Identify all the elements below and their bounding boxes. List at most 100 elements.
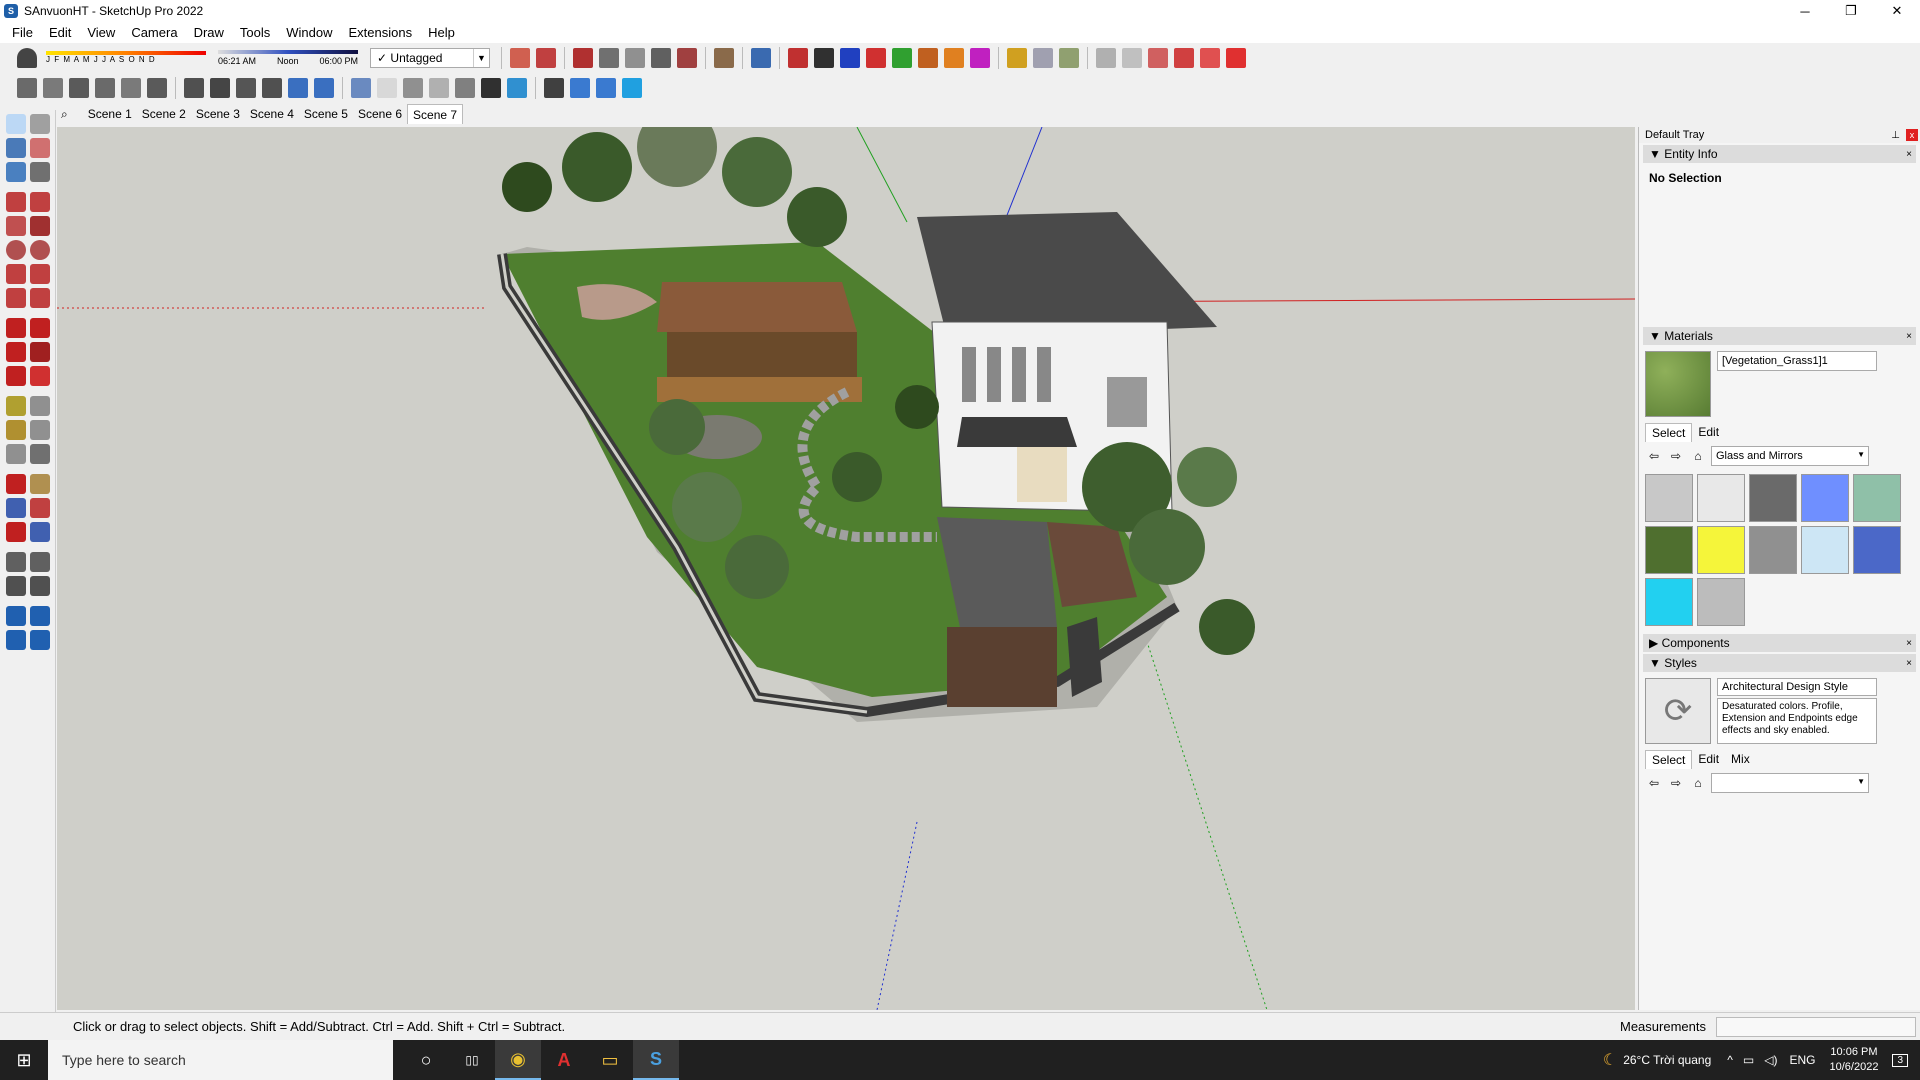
tab-scene-1[interactable]: Scene 1 [83, 104, 137, 124]
zoom-window-icon[interactable] [30, 498, 50, 518]
material-name-field[interactable]: [Vegetation_Grass1]1 [1717, 351, 1877, 371]
look-around-icon[interactable] [944, 48, 964, 68]
show-hidden-icon[interactable]: ^ [1727, 1053, 1733, 1067]
freehand-icon[interactable] [30, 192, 50, 212]
rotate-view-icon[interactable] [866, 48, 886, 68]
move-icon[interactable] [6, 318, 26, 338]
front-view-icon[interactable] [69, 78, 89, 98]
look-around-tool-icon[interactable] [30, 552, 50, 572]
push-pull-icon[interactable] [840, 48, 860, 68]
section-display-icon[interactable] [1148, 48, 1168, 68]
follow-me-icon[interactable] [30, 342, 50, 362]
house-roof[interactable] [917, 212, 1217, 337]
volume-icon[interactable]: ◁) [1764, 1053, 1777, 1067]
windows-start-icon[interactable]: ⊞ [0, 1040, 48, 1080]
tag-select[interactable]: ✓ Untagged ▼ [370, 48, 490, 68]
tape-measure-icon[interactable] [6, 396, 26, 416]
shadow-time-slider[interactable]: 06:21 AM Noon 06:00 PM [218, 50, 358, 66]
weather-text[interactable]: 26°C Trời quang [1623, 1053, 1711, 1067]
language-indicator[interactable]: ENG [1789, 1053, 1815, 1067]
layout-icon[interactable] [1096, 48, 1116, 68]
tab-scene-5[interactable]: Scene 5 [299, 104, 353, 124]
style-a-icon[interactable] [403, 78, 423, 98]
wireframe-icon[interactable] [236, 78, 256, 98]
warehouse-icon[interactable] [1033, 48, 1053, 68]
material-swatch[interactable] [1697, 474, 1745, 522]
menu-edit[interactable]: Edit [41, 25, 79, 40]
sandbox-contours-icon[interactable] [6, 606, 26, 626]
sandbox-icon[interactable] [714, 48, 734, 68]
select-arrow-icon[interactable] [6, 114, 26, 134]
3d-text-icon[interactable] [30, 444, 50, 464]
material-swatch[interactable] [1853, 474, 1901, 522]
solid-union-icon[interactable] [573, 48, 593, 68]
style-c-icon[interactable] [455, 78, 475, 98]
monochrome-icon[interactable] [351, 78, 371, 98]
close-icon[interactable]: × [1906, 149, 1912, 160]
style-name-field[interactable]: Architectural Design Style [1717, 678, 1877, 696]
chevron-down-icon[interactable]: ▼ [1857, 777, 1865, 786]
material-library-select[interactable]: Glass and Mirrors ▼ [1711, 446, 1869, 466]
shadow-date-slider[interactable]: J F M A M J J A S O N D [46, 51, 206, 65]
top-view-icon[interactable] [43, 78, 63, 98]
zoom-extents-icon[interactable] [6, 522, 26, 542]
material-swatch[interactable] [1801, 526, 1849, 574]
three-point-arc-icon[interactable] [6, 288, 26, 308]
circle-icon[interactable] [6, 240, 26, 260]
pan-icon[interactable] [30, 474, 50, 494]
style-e-icon[interactable] [507, 78, 527, 98]
solid-trim-icon[interactable] [651, 48, 671, 68]
arc-icon[interactable] [6, 264, 26, 284]
rotate-icon[interactable] [6, 342, 26, 362]
material-swatch[interactable] [1645, 474, 1693, 522]
shadow-time-bar[interactable] [218, 50, 358, 54]
xray-icon[interactable] [184, 78, 204, 98]
walk-icon[interactable] [918, 48, 938, 68]
shaded-icon[interactable] [288, 78, 308, 98]
shadow-toggle-icon[interactable] [17, 48, 37, 68]
menu-file[interactable]: File [4, 25, 41, 40]
materials-header[interactable]: ▼ Materials × [1643, 327, 1916, 345]
offset-icon[interactable] [30, 366, 50, 386]
style-d-icon[interactable] [481, 78, 501, 98]
previous-view-icon[interactable] [30, 522, 50, 542]
zoom-icon[interactable] [6, 498, 26, 518]
entrance-gate[interactable] [947, 627, 1057, 707]
pavilion-body[interactable] [667, 332, 857, 377]
walk-tool-icon[interactable] [6, 576, 26, 596]
tray-close-icon[interactable]: x [1906, 129, 1918, 141]
styles-header[interactable]: ▼ Styles × [1643, 654, 1916, 672]
close-icon[interactable]: × [1906, 331, 1912, 342]
menu-draw[interactable]: Draw [186, 25, 232, 40]
eraser-icon[interactable] [30, 138, 50, 158]
entity-info-header[interactable]: ▼ Entity Info × [1643, 145, 1916, 163]
scale-icon[interactable] [6, 366, 26, 386]
back-arrow-icon[interactable]: ⇦ [1645, 774, 1663, 792]
close-icon[interactable]: × [1906, 638, 1912, 649]
back-arrow-icon[interactable]: ⇦ [1645, 447, 1663, 465]
minimize-icon[interactable]: ─ [1782, 0, 1828, 22]
home-icon[interactable]: ⌂ [1689, 774, 1707, 792]
pin-icon[interactable]: ⊥ [1891, 130, 1900, 141]
back-edges-icon[interactable] [210, 78, 230, 98]
extension-icon[interactable] [1059, 48, 1079, 68]
pavilion-roof[interactable] [657, 282, 857, 332]
two-point-arc-icon[interactable] [30, 264, 50, 284]
measurements-input[interactable] [1716, 1017, 1916, 1037]
tab-scene-6[interactable]: Scene 6 [353, 104, 407, 124]
menu-help[interactable]: Help [420, 25, 463, 40]
shaded-textures-icon[interactable] [314, 78, 334, 98]
component-tool-icon[interactable] [6, 162, 26, 182]
material-swatch[interactable] [1749, 526, 1797, 574]
chrome-icon[interactable]: ◉ [495, 1040, 541, 1080]
solid-subtract-icon[interactable] [599, 48, 619, 68]
autocad-icon[interactable]: A [541, 1040, 587, 1080]
components-header[interactable]: ▶ Components × [1643, 634, 1916, 652]
section-cut-icon[interactable] [1174, 48, 1194, 68]
paint-bucket-tool-icon[interactable] [6, 138, 26, 158]
section-view-icon[interactable] [596, 78, 616, 98]
stamp-icon[interactable] [30, 630, 50, 650]
polygon-icon[interactable] [30, 240, 50, 260]
section-plane-tool-icon[interactable] [30, 576, 50, 596]
pie-icon[interactable] [30, 288, 50, 308]
